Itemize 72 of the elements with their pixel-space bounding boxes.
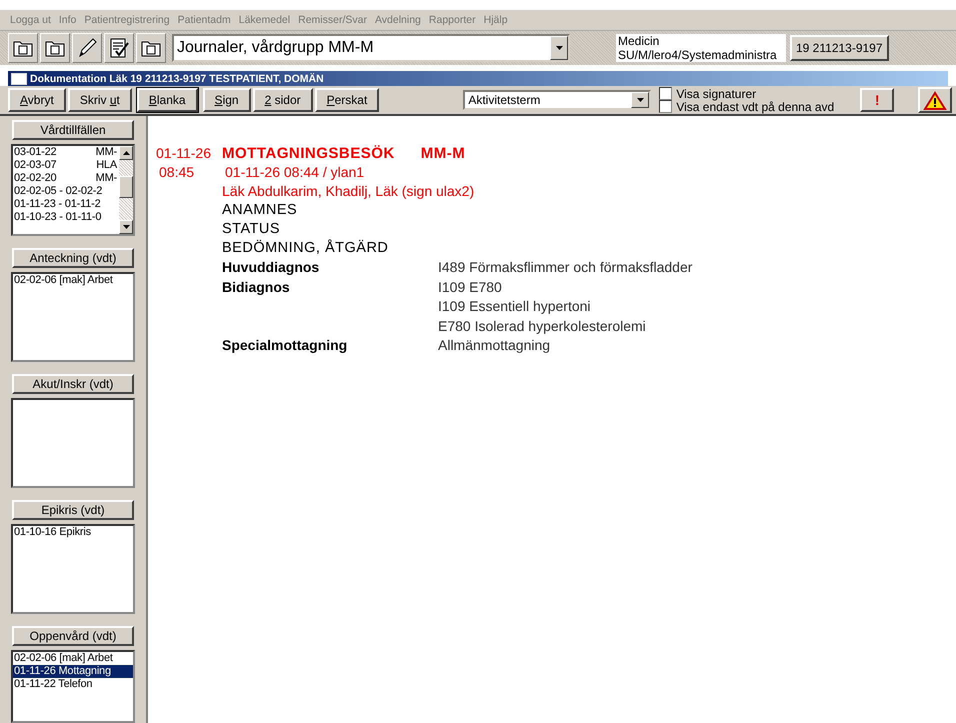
pencil-icon[interactable]: [72, 33, 102, 63]
unit-info-field: Medicin SU/M/lero4/Systemadministra: [616, 34, 786, 62]
patient-id-button[interactable]: 19 211213-9197: [790, 35, 889, 61]
item-date: 01-11-26 Mottagning: [14, 665, 111, 678]
dropdown-arrow-icon: [556, 46, 562, 50]
scroll-up-arrow-icon: [122, 151, 130, 155]
term-dropdown[interactable]: Aktivitetsterm: [463, 90, 652, 110]
dropdown-arrow-icon: [636, 98, 644, 102]
list-item[interactable]: 02-02-06 [mak] Arbet: [13, 274, 133, 287]
action-button[interactable]: Blanka: [136, 88, 198, 112]
item-date: 01-10-23 - 01-11-0: [14, 211, 102, 224]
action-button[interactable]: Perskat: [314, 88, 380, 112]
scrollbar[interactable]: [119, 146, 133, 234]
item-date: 02-02-20: [14, 172, 56, 185]
section-header-button[interactable]: Oppenvård (vdt): [12, 626, 134, 646]
field-value: I109 Essentiell hypertoni: [438, 297, 592, 316]
field-label: Specialmottagning: [222, 336, 348, 355]
action-button[interactable]: 2 sidor: [252, 88, 313, 112]
item-code: HLA: [96, 159, 118, 172]
item-date: 03-01-22: [14, 146, 56, 159]
entry-time: 08:45: [158, 163, 196, 182]
checkbox-label: Visa signaturer: [676, 88, 756, 100]
item-date: 02-02-06 [mak] Arbet: [14, 652, 113, 665]
field-value: I489 Förmaksflimmer och förmaksfladder: [438, 258, 692, 277]
list-item[interactable]: 01-10-23 - 01-11-0: [13, 211, 119, 224]
section-heading: BEDÖMNING, ÅTGÄRD: [222, 239, 388, 258]
journal-view-dropdown[interactable]: Journaler, vårdgrupp MM-M: [172, 34, 570, 62]
window-icon: [11, 72, 27, 84]
field-value: I109 E780: [438, 278, 503, 296]
item-date: 02-02-05 - 02-02-2: [14, 185, 102, 198]
entry-created: 01-11-26 08:44 / ylan1: [225, 163, 364, 182]
field-value: E780 Isolerad hyperkolesterolemi: [438, 316, 646, 336]
list-item[interactable]: 03-01-22 MM-: [13, 146, 119, 159]
action-button[interactable]: Sign: [202, 88, 251, 112]
checkbox[interactable]: [659, 87, 672, 100]
item-date: 02-02-06 [mak] Arbet: [14, 274, 113, 287]
item-date: 02-03-07: [14, 159, 56, 172]
list-item[interactable]: 01-11-26 Mottagning: [13, 665, 133, 678]
field-value: Allmänmottagning: [438, 336, 550, 355]
scroll-down-arrow-icon: [122, 225, 130, 229]
section-heading: ANAMNES: [222, 201, 298, 220]
entry-date: 01-11-26: [156, 144, 212, 163]
item-date: 01-11-23 - 01-11-2: [14, 198, 100, 211]
warning-triangle-icon: [923, 90, 947, 110]
section-heading: STATUS: [222, 220, 280, 239]
checkbox-label: Visa endast vdt på denna avd: [676, 100, 834, 112]
list-item[interactable]: 01-10-16 Epikris: [13, 526, 133, 539]
list-item[interactable]: 02-02-06 [mak] Arbet: [13, 652, 133, 665]
section-header-button[interactable]: Epikris (vdt): [12, 500, 134, 520]
item-code: MM-: [96, 146, 118, 159]
list-item[interactable]: 02-03-07 HLA: [13, 159, 119, 172]
section-header-button[interactable]: Vårdtillfällen: [12, 120, 134, 140]
item-code: MM-: [96, 172, 118, 185]
field-label: Bidiagnos: [222, 278, 291, 297]
checklist-icon[interactable]: [104, 33, 134, 63]
list-item[interactable]: 01-11-22 Telefon: [13, 678, 133, 691]
checkbox[interactable]: [659, 100, 672, 113]
action-button[interactable]: Avbryt: [8, 88, 66, 112]
entry-unit: MM-M: [420, 144, 466, 163]
entry-title: MOTTAGNINGSBESÖK: [222, 144, 395, 163]
field-label: Huvuddiagnos: [222, 258, 320, 277]
warning-button[interactable]: [918, 87, 952, 113]
entry-author: Läk Abdulkarim, Khadilj, Läk (sign ulax2): [222, 182, 474, 201]
window-title: Dokumentation Läk 19 211213-9197 TESTPATIENT, DOMÄN: [30, 72, 324, 84]
section-header-button[interactable]: Anteckning (vdt): [12, 248, 134, 268]
list-item[interactable]: 02-02-05 - 02-02-2: [13, 185, 119, 198]
item-date: 01-10-16 Epikris: [14, 526, 91, 539]
list-item[interactable]: 02-02-20 MM-: [13, 172, 119, 185]
item-date: 01-11-22 Telefon: [14, 678, 92, 691]
action-button[interactable]: Skriv ut: [68, 88, 132, 112]
section-header-button[interactable]: Akut/Inskr (vdt): [12, 374, 134, 394]
list-item[interactable]: 01-11-23 - 01-11-2: [13, 198, 119, 211]
